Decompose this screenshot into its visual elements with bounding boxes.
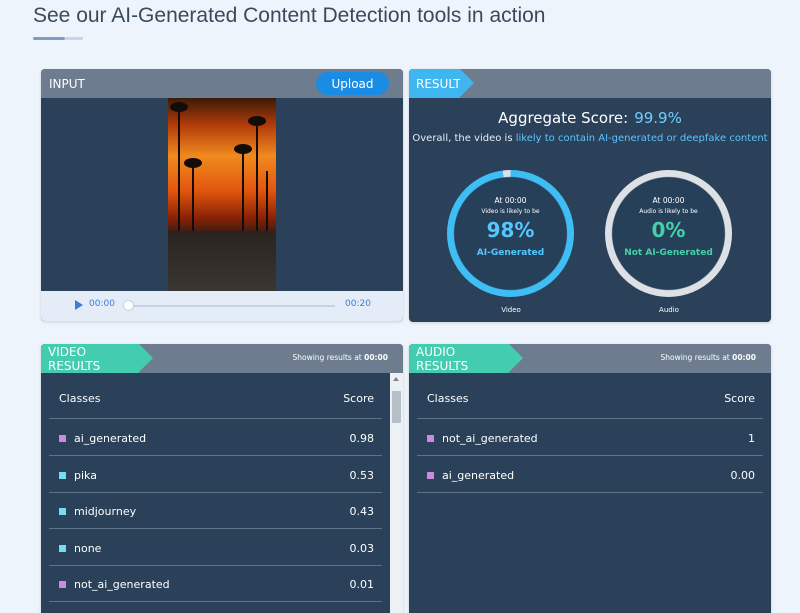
aggregate-score: Aggregate Score: 99.9%: [498, 109, 682, 127]
table-row: not_ai_generated 1: [417, 419, 763, 456]
video-gauge-percent: 98%: [486, 218, 535, 242]
play-icon[interactable]: [75, 300, 83, 310]
video-gauge-caption: Video: [501, 306, 521, 314]
table-row: none 0.03: [49, 529, 382, 566]
class-score: 0.98: [349, 432, 375, 445]
video-gauge: At 00:00 Video is likely to be 98% AI-Ge…: [447, 170, 574, 297]
class-name: none: [74, 541, 102, 555]
video-results-header: VIDEO RESULTS Showing results at 00:00: [41, 344, 403, 373]
col-score: Score: [724, 392, 755, 405]
class-name: ai_generated: [442, 468, 515, 482]
seek-track[interactable]: [127, 305, 335, 307]
audio-gauge-percent: 0%: [651, 218, 686, 242]
audio-results-panel: AUDIO RESULTS Showing results at 00:00 C…: [409, 344, 771, 613]
class-name: midjourney: [74, 505, 137, 518]
table-row: ai_generated 0.98: [49, 419, 382, 456]
class-color-marker: [59, 508, 66, 515]
class-score: 1: [748, 432, 755, 445]
summary-highlight[interactable]: likely to contain AI-generated or deepfa…: [516, 133, 768, 144]
class-score: 0.43: [349, 505, 375, 518]
audio-gauge-caption: Audio: [659, 306, 679, 314]
result-tag: RESULT: [409, 69, 474, 98]
seek-knob[interactable]: [123, 300, 134, 311]
page-headline: See our AI-Generated Content Detection t…: [33, 4, 546, 27]
video-gauge-verdict: AI-Generated: [476, 248, 545, 258]
class-color-marker: [427, 471, 434, 479]
class-color-marker: [427, 435, 434, 442]
input-panel: INPUT Upload 00:00 00:20: [41, 69, 403, 321]
overall-summary: Overall, the video is likely to contain …: [412, 133, 768, 144]
aggregate-score-value: 99.9%: [634, 109, 682, 127]
duration: 00:20: [345, 299, 371, 309]
video-gauge-likely: Video is likely to be: [481, 208, 540, 215]
audio-gauge-verdict: Not AI-Generated: [624, 248, 713, 258]
input-label: INPUT: [49, 77, 85, 91]
class-color-marker: [59, 435, 66, 442]
class-color-marker: [59, 581, 66, 588]
result-panel: RESULT Aggregate Score: 99.9% Overall, th…: [409, 69, 771, 322]
video-showing-results: Showing results at 00:00: [292, 353, 388, 362]
class-score: 0.53: [349, 468, 375, 482]
input-panel-header: INPUT Upload: [41, 69, 403, 98]
class-name: not_ai_generated: [442, 432, 538, 445]
table-row: pika 0.53: [49, 456, 382, 493]
class-score: 0.00: [730, 468, 756, 482]
video-results-tag: VIDEO RESULTS: [41, 344, 153, 373]
video-results-scrollbar[interactable]: [390, 373, 403, 613]
current-time: 00:00: [89, 299, 115, 309]
col-classes: Classes: [427, 392, 469, 405]
class-name: ai_generated: [74, 432, 147, 445]
audio-table-header: Classes Score: [417, 373, 763, 419]
video-table-header: Classes Score: [49, 373, 382, 419]
video-preview[interactable]: [168, 98, 276, 291]
scroll-up-icon[interactable]: [393, 377, 399, 381]
class-name: not_ai_generated: [74, 578, 170, 591]
table-row: midjourney 0.43: [49, 492, 382, 529]
audio-gauge-likely: Audio is likely to be: [639, 208, 698, 215]
video-gauge-time: At 00:00: [494, 196, 527, 205]
video-results-panel: VIDEO RESULTS Showing results at 00:00 C…: [41, 344, 403, 613]
audio-showing-results: Showing results at 00:00: [660, 353, 756, 362]
audio-gauge: At 00:00 Audio is likely to be 0% Not AI…: [605, 170, 732, 297]
class-score: 0.03: [349, 541, 375, 555]
audio-results-tag: AUDIO RESULTS: [409, 344, 523, 373]
upload-button[interactable]: Upload: [316, 72, 389, 95]
class-score: 0.01: [349, 578, 375, 591]
scroll-thumb[interactable]: [392, 391, 401, 423]
result-panel-header: RESULT: [409, 69, 771, 98]
video-player-controls: 00:00 00:20: [41, 291, 403, 321]
class-color-marker: [59, 471, 66, 479]
col-score: Score: [343, 392, 374, 405]
audio-gauge-time: At 00:00: [652, 196, 685, 205]
col-classes: Classes: [59, 392, 101, 405]
table-row: ai_generated 0.00: [417, 456, 763, 493]
table-row: not_ai_generated 0.01: [49, 565, 382, 602]
audio-results-header: AUDIO RESULTS Showing results at 00:00: [409, 344, 771, 373]
headline-underline: [33, 37, 83, 40]
class-color-marker: [59, 544, 66, 552]
class-name: pika: [74, 468, 97, 482]
